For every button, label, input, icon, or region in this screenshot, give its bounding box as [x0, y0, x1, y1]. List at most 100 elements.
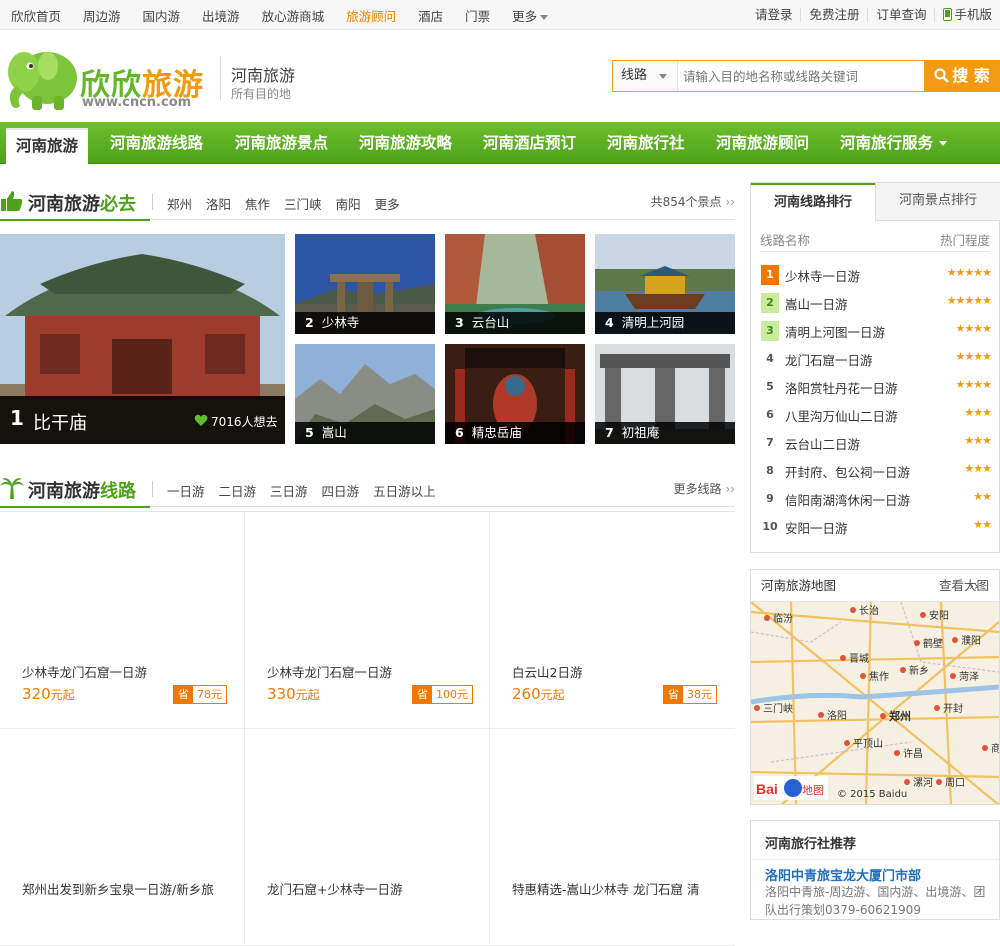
top-link-more-label: 更多	[512, 8, 538, 24]
agency-panel: 河南旅行社推荐 洛阳中青旅宝龙大厦门市部 洛阳中青旅-周边游、国内游、出境游、团…	[750, 820, 1000, 920]
order-query-link[interactable]: 订单查询	[867, 8, 934, 22]
nav-attractions[interactable]: 河南旅游景点	[235, 122, 328, 164]
duration-tab-4day[interactable]: 四日游	[315, 481, 367, 500]
ranking-route-name: 信阳南湖湾休闲一日游	[785, 493, 911, 508]
city-switch-link[interactable]: 所有目的地	[231, 85, 291, 102]
top-link-outbound[interactable]: 出境游	[191, 6, 251, 25]
ranking-item[interactable]: 5 洛阳赏牡丹花一日游 ★★★★	[761, 377, 992, 405]
divider	[760, 251, 990, 252]
site-logo[interactable]: 欣欣旅游 www.cncn.com	[2, 36, 212, 116]
map-city-label: 三门峡	[763, 702, 793, 715]
map-city-label: 漯河	[913, 777, 933, 789]
ranking-panel: 河南线路排行 河南景点排行 线路名称 热门程度 1 少林寺一日游 ★★★★★ 2 嵩山一日…	[750, 182, 1000, 553]
map-view[interactable]: 临汾 长治 安阳鹤壁 濮阳晋城新乡 焦作 菏泽三门峡洛阳 郑州 开封许昌 平顶山漯河周口 商丘 B…	[751, 602, 999, 805]
discount-label: 省	[174, 686, 193, 703]
agency-name-link[interactable]: 洛阳中青旅宝龙大厦门市部	[765, 865, 921, 884]
view-large-map-link[interactable]: 查看大图 ››	[939, 570, 989, 602]
ranking-route-name: 洛阳赏牡丹花一日游	[785, 381, 898, 396]
duration-tab-2day[interactable]: 二日游	[212, 481, 264, 500]
city-tab-nanyang[interactable]: 南阳	[329, 194, 368, 213]
mobile-link[interactable]: 手机版	[934, 8, 1000, 22]
section-title-main: 河南旅游	[28, 194, 100, 215]
nav-guides[interactable]: 河南旅游攻略	[359, 122, 452, 164]
top-link-more[interactable]: 更多	[501, 6, 559, 25]
tab-attraction-ranking[interactable]: 河南景点排行	[875, 183, 1000, 221]
spot-rank: 6	[455, 425, 464, 440]
spot-card-1[interactable]: 1 比干庙 7016人想去	[0, 234, 285, 444]
duration-tab-5day-plus[interactable]: 五日游以上	[366, 481, 443, 500]
city-marker-icon	[936, 779, 942, 785]
map-city-label: 洛阳	[827, 709, 847, 722]
nav-advisors[interactable]: 河南旅游顾问	[716, 122, 809, 164]
nav-routes[interactable]: 河南旅游线路	[110, 122, 203, 164]
current-city[interactable]: 河南旅游	[231, 62, 295, 86]
nav-agencies[interactable]: 河南旅行社	[607, 122, 685, 164]
spot-card-7[interactable]: 7 初祖庵	[595, 344, 735, 444]
spot-card-4[interactable]: 4 清明上河园	[595, 234, 735, 334]
ranking-item[interactable]: 10 安阳一日游 ★★	[761, 517, 992, 545]
register-link[interactable]: 免费注册	[800, 8, 867, 22]
top-link-domestic[interactable]: 国内游	[132, 6, 192, 25]
route-card[interactable]: 特惠精选-嵩山少林寺 龙门石窟 清	[490, 729, 735, 946]
top-link-home[interactable]: 欣欣首页	[0, 6, 72, 25]
search-box: 线路 搜 索	[612, 60, 1000, 92]
nav-henan-travel[interactable]: 河南旅游	[6, 128, 89, 164]
heart-icon	[194, 414, 208, 426]
spot-card-3[interactable]: 3 云台山	[445, 234, 585, 334]
route-card[interactable]: 白云山2日游 260元起 省 38元	[490, 512, 735, 729]
search-type-select[interactable]: 线路	[613, 61, 678, 91]
top-link-hotel[interactable]: 酒店	[407, 6, 454, 25]
spot-card-2[interactable]: 2 少林寺	[295, 234, 435, 334]
ranking-item[interactable]: 6 八里沟万仙山二日游 ★★★	[761, 405, 992, 433]
ranking-item[interactable]: 4 龙门石窟一日游 ★★★★	[761, 349, 992, 377]
popularity-stars: ★★★★	[955, 350, 992, 363]
popularity-stars: ★★★	[964, 462, 992, 475]
duration-tab-1day[interactable]: 一日游	[160, 481, 212, 500]
double-chevron-right-icon: ››	[725, 482, 735, 496]
nav-services[interactable]: 河南旅行服务	[840, 122, 948, 164]
city-tab-jiaozuo[interactable]: 焦作	[238, 194, 277, 213]
chevron-down-icon	[659, 74, 667, 79]
more-routes-label: 更多线路	[673, 482, 722, 496]
ranking-item[interactable]: 2 嵩山一日游 ★★★★★	[761, 293, 992, 321]
city-tab-sanmenxia[interactable]: 三门峡	[277, 194, 329, 213]
spot-card-6[interactable]: 6 精忠岳庙	[445, 344, 585, 444]
discount-badge: 省 100元	[412, 685, 473, 704]
tab-route-ranking[interactable]: 河南线路排行	[751, 183, 875, 221]
duration-tab-3day[interactable]: 三日游	[263, 481, 315, 500]
col-popularity: 热门程度	[939, 233, 990, 248]
route-card[interactable]: 少林寺龙门石窟一日游 330元起 省 100元	[245, 512, 490, 729]
route-name: 郑州出发到新乡宝泉一日游/新乡旅	[22, 882, 214, 897]
top-link-advisor[interactable]: 旅游顾问	[335, 6, 407, 25]
search-button[interactable]: 搜 索	[924, 60, 1000, 92]
login-link[interactable]: 请登录	[747, 8, 801, 22]
nav-hotels[interactable]: 河南酒店预订	[483, 122, 576, 164]
top-link-tickets[interactable]: 门票	[454, 6, 501, 25]
title-underline	[0, 219, 150, 221]
ranking-item[interactable]: 7 云台山二日游 ★★★	[761, 433, 992, 461]
search-input[interactable]	[679, 61, 925, 91]
route-card[interactable]: 郑州出发到新乡宝泉一日游/新乡旅	[0, 729, 245, 946]
city-marker-icon	[880, 713, 886, 719]
city-tab-luoyang[interactable]: 洛阳	[199, 194, 238, 213]
ranking-item[interactable]: 9 信阳南湖湾休闲一日游 ★★	[761, 489, 992, 517]
all-attractions-link[interactable]: 共854个景点 ››	[651, 193, 735, 210]
top-link-mall[interactable]: 放心游商城	[251, 6, 336, 25]
route-name: 少林寺龙门石窟一日游	[22, 665, 148, 680]
city-tab-zhengzhou[interactable]: 郑州	[160, 194, 199, 213]
route-card[interactable]: 少林寺龙门石窟一日游 320元起 省 78元	[0, 512, 245, 729]
popularity-stars: ★★★★★	[946, 266, 992, 279]
map-city-label: 焦作	[869, 670, 889, 683]
spot-card-5[interactable]: 5 嵩山	[295, 344, 435, 444]
more-routes-link[interactable]: 更多线路 ››	[674, 480, 735, 497]
route-card[interactable]: 龙门石窟+少林寺一日游	[245, 729, 490, 946]
section-title: 河南旅游必去	[28, 190, 136, 216]
ranking-item[interactable]: 3 清明上河图一日游 ★★★★	[761, 321, 992, 349]
top-link-nearby[interactable]: 周边游	[72, 6, 132, 25]
rank-number: 2	[761, 293, 779, 313]
must-go-header: 河南旅游必去 郑州 洛阳 焦作 三门峡 南阳 更多 共854个景点 ››	[0, 186, 735, 221]
ranking-item[interactable]: 8 开封府、包公祠一日游 ★★★	[761, 461, 992, 489]
ranking-item[interactable]: 1 少林寺一日游 ★★★★★	[761, 265, 992, 293]
city-tab-more[interactable]: 更多	[368, 194, 407, 213]
popularity-stars: ★★★★	[955, 378, 992, 391]
